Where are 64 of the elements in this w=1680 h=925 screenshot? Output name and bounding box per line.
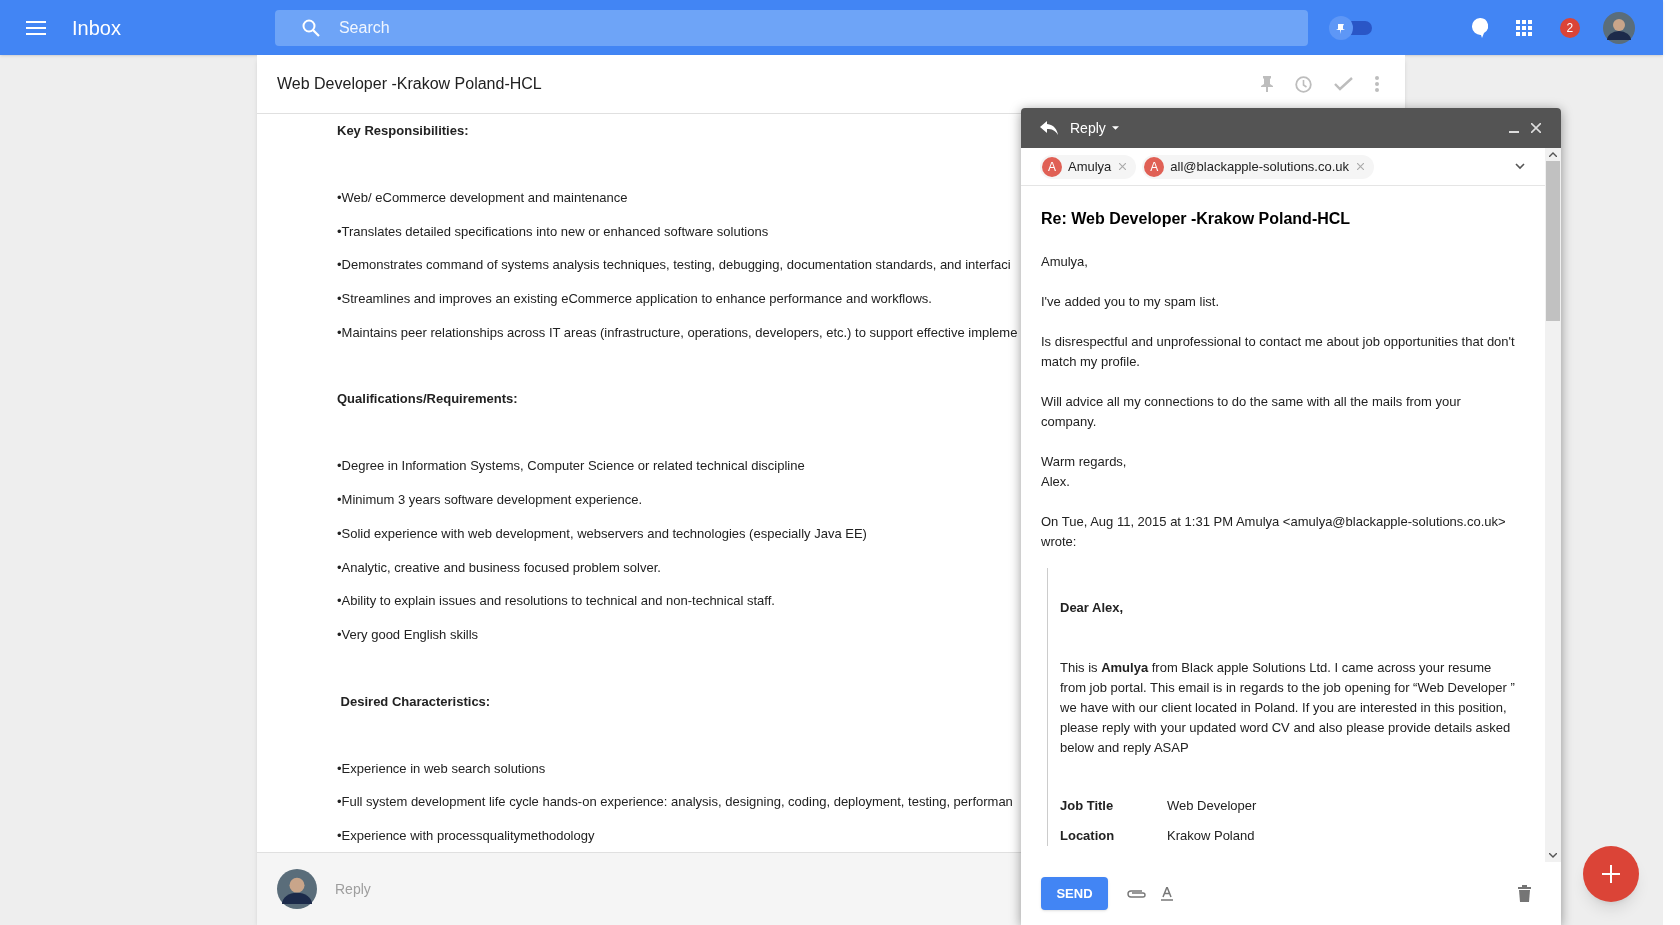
notification-count[interactable]: 2 <box>1559 17 1580 38</box>
check-icon[interactable] <box>1334 77 1353 91</box>
recipient-name: Amulya <box>1068 157 1112 176</box>
recipient-chip[interactable]: A all@blackapple-solutions.co.uk <box>1142 154 1375 179</box>
bullet-text: •Web/ eCommerce development and maintenance <box>337 189 628 207</box>
field-label: Job Title <box>1060 797 1115 815</box>
section-heading: Desired Characteristics: <box>339 692 491 711</box>
field-value: Web Developer <box>1167 797 1257 815</box>
bullet-text: •Full system development life cycle hands-on experience: analysis, designing, coding, deployment, testing, performan <box>337 793 1013 812</box>
apps-grid-icon[interactable] <box>1515 19 1532 36</box>
quoted-paragraph: This is Amulya from Black apple Solutions Ltd. I came across your resume from job portal. This email is in regards to the job opening for “Web Developer ” we have with our client located in Poland. If you are interested in this position, please reply with your updated word CV and also please provide details asked below and reply ASAP <box>1060 659 1515 757</box>
bullet-text: •Ability to explain issues and resolutions to technical and non-technical staff. <box>337 592 775 611</box>
menu-icon[interactable] <box>26 20 46 35</box>
scroll-thumb[interactable] <box>1546 161 1560 321</box>
pin-toggle[interactable] <box>1327 14 1374 41</box>
bullet-text: •Maintains peer relationships across IT areas (infrastructure, operations, developers, etc.) to support effective impleme <box>337 323 1018 342</box>
message-paragraph: Amulya, <box>1041 253 1089 271</box>
compose-subject: Re: Web Developer -Krakow Poland-HCL <box>1041 209 1352 229</box>
reply-mode-dropdown[interactable]: Reply <box>1070 117 1119 139</box>
bullet-text: •Experience with processqualitymethodology <box>337 826 595 845</box>
section-heading: Key Responsibilities: <box>337 122 469 140</box>
reply-field[interactable]: Reply <box>335 878 835 900</box>
avatar <box>277 869 317 909</box>
text-format-icon[interactable] <box>1161 886 1173 901</box>
bullet-text: •Degree in Information Systems, Computer Science or related technical discipline <box>337 457 805 476</box>
compose-fab[interactable] <box>1583 846 1639 902</box>
field-label: Location <box>1060 827 1116 845</box>
message-paragraph: I've added you to my spam list. <box>1041 293 1221 311</box>
avatar[interactable] <box>1602 11 1635 44</box>
message-paragraph: On Tue, Aug 11, 2015 at 1:31 PM Amulya <amulya@blackapple-solutions.co.uk> wrote: <box>1041 513 1507 551</box>
message-paragraph: Will advice all my connections to do the same with all the mails from your company. <box>1041 393 1462 431</box>
recipient-chip[interactable]: A Amulya <box>1040 154 1137 179</box>
search-field[interactable]: Search <box>274 9 1308 46</box>
reply-arrow-icon <box>1040 121 1058 135</box>
close-icon[interactable] <box>1531 123 1541 133</box>
plus-icon <box>1602 865 1620 883</box>
app-title: Inbox <box>72 15 121 41</box>
bullet-text: •Experience in web search solutions <box>337 759 546 778</box>
scroll-up-icon[interactable] <box>1549 152 1557 157</box>
attach-icon[interactable] <box>1127 888 1147 899</box>
recipient-name: all@blackapple-solutions.co.uk <box>1170 157 1350 176</box>
trash-icon[interactable] <box>1518 885 1531 902</box>
bullet-text: •Analytic, creative and business focused problem solver. <box>337 558 661 577</box>
field-value: Krakow Poland <box>1167 827 1255 845</box>
scrollbar[interactable] <box>1545 148 1561 862</box>
bullet-text: •Very good English skills <box>337 625 479 644</box>
bullet-text: •Translates detailed specifications into new or enhanced software solutions <box>337 222 769 241</box>
expand-icon[interactable] <box>1515 163 1525 170</box>
bullet-text: •Demonstrates command of systems analysis techniques, testing, debugging, documentation standards, and interfaci <box>337 256 1011 275</box>
recipient-avatar: A <box>1144 156 1165 177</box>
bullet-text: •Solid experience with web development, webservers and technologies (especially Java EE) <box>337 524 867 543</box>
search-input[interactable]: Search <box>338 15 1239 40</box>
caret-icon <box>1111 126 1119 130</box>
bullet-text: •Minimum 3 years software development experience. <box>337 491 643 510</box>
search-icon <box>301 18 320 37</box>
recipient-avatar: A <box>1042 156 1062 177</box>
send-button[interactable]: SEND <box>1041 877 1108 910</box>
section-heading: Qualifications/Requirements: <box>337 390 518 409</box>
quoted-greeting: Dear Alex, <box>1060 599 1125 617</box>
scroll-down-icon[interactable] <box>1549 853 1557 858</box>
bullet-text: •Streamlines and improves an existing eCommerce application to enhance performance and workflows. <box>337 290 932 309</box>
message-paragraph: Warm regards, Alex. <box>1041 453 1128 491</box>
thread-subject: Web Developer -Krakow Poland-HCL <box>277 74 542 94</box>
message-paragraph: Is disrespectful and unprofessional to contact me about job opportunities that don't match my profile. <box>1041 333 1515 371</box>
